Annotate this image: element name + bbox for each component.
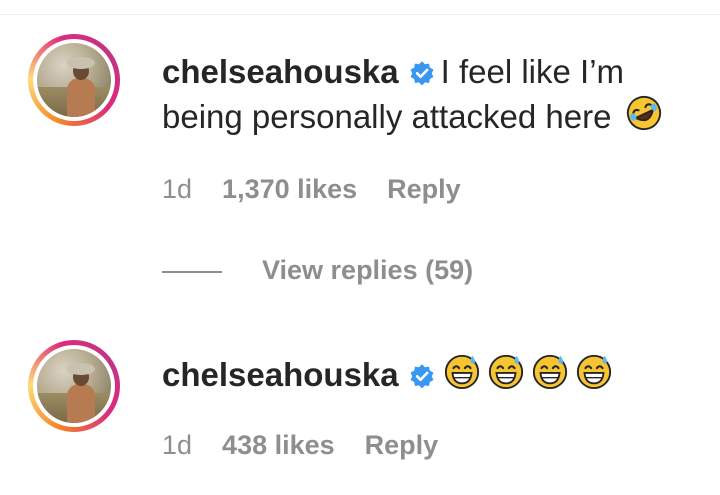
top-divider — [0, 14, 720, 15]
verified-badge-icon — [410, 61, 434, 86]
comment-text: chelseahouska — [162, 352, 613, 395]
username-link[interactable]: chelseahouska — [162, 356, 399, 393]
emoji-row — [441, 354, 613, 393]
comment-meta: 1d 1,370 likes Reply — [162, 174, 491, 205]
comment-meta: 1d 438 likes Reply — [162, 430, 468, 461]
avatar[interactable] — [28, 34, 120, 126]
view-replies-label: View replies (59) — [262, 255, 474, 285]
reply-button[interactable]: Reply — [387, 174, 461, 204]
verified-badge-icon — [410, 364, 434, 389]
comment-text-line-2: being personally attacked here — [162, 98, 612, 135]
avatar[interactable] — [28, 340, 120, 432]
username-link[interactable]: chelseahouska — [162, 53, 399, 90]
avatar-photo — [37, 349, 111, 423]
comment-text-line: being personally attacked here — [162, 94, 663, 137]
rolling-on-floor-laughing-emoji-icon — [626, 95, 661, 131]
comment-time: 1d — [162, 174, 193, 204]
grinning-face-with-sweat-emoji-icon — [444, 354, 479, 390]
avatar-photo — [37, 43, 111, 117]
replies-divider — [162, 270, 222, 273]
grinning-face-with-sweat-emoji-icon — [488, 354, 523, 390]
likes-count[interactable]: 1,370 likes — [222, 174, 357, 204]
reply-button[interactable]: Reply — [365, 430, 439, 460]
comment-text: chelseahouska I feel like I’m — [162, 52, 624, 92]
grinning-face-with-sweat-emoji-icon — [576, 354, 611, 390]
likes-count[interactable]: 438 likes — [222, 430, 335, 460]
view-replies-button[interactable]: View replies (59) — [162, 255, 473, 289]
grinning-face-with-sweat-emoji-icon — [532, 354, 567, 390]
comment-time: 1d — [162, 430, 193, 460]
comment-text-line-1: I feel like I’m — [440, 53, 625, 90]
